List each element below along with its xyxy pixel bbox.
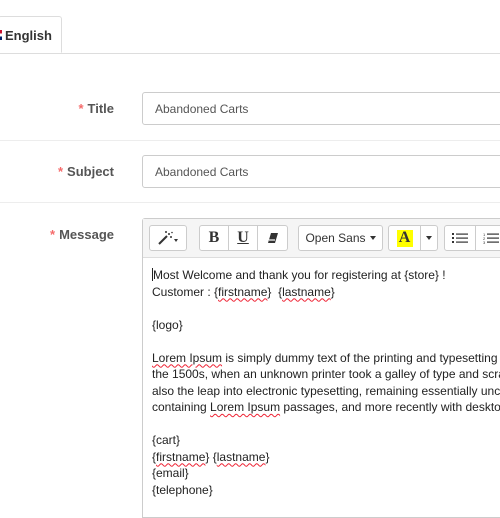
customer-text: } { <box>267 284 283 299</box>
message-editor: B U Open Sans A 1 2 3 Most Welcome and t… <box>142 218 500 518</box>
content-line: containing Lorem Ipsum passages, and mor… <box>152 399 500 416</box>
row-divider <box>0 140 500 141</box>
ordered-list-button[interactable]: 1 2 3 <box>475 225 500 251</box>
title-label-text: Title <box>87 101 115 116</box>
lorem-ipsum-text: Lorem Ipsum <box>210 400 281 414</box>
flag-uk-icon <box>0 30 2 40</box>
row-divider <box>0 202 500 203</box>
chevron-down-icon <box>426 236 432 240</box>
text-color-button[interactable]: A <box>388 225 421 251</box>
editor-toolbar: B U Open Sans A 1 2 3 <box>143 219 500 258</box>
paragraph-text: containing <box>152 400 211 414</box>
subject-label-text: Subject <box>67 164 114 179</box>
message-label: * Message <box>0 227 114 242</box>
svg-text:3: 3 <box>483 240 486 244</box>
magic-wand-icon <box>157 231 179 245</box>
content-line: {logo} <box>152 317 183 332</box>
content-line: also the leap into electronic typesettin… <box>152 383 500 398</box>
subject-input[interactable] <box>142 155 500 188</box>
paragraph-text: passages, and more recently with desktop <box>280 400 500 414</box>
font-family-value: Open Sans <box>305 231 366 245</box>
lastname-token: lastname <box>282 284 331 299</box>
brace-text: } <box>265 449 270 464</box>
style-dropdown-button[interactable] <box>149 225 187 251</box>
underline-glyph: U <box>237 229 249 246</box>
underline-button[interactable]: U <box>228 225 258 251</box>
text-color-icon: A <box>396 229 413 247</box>
required-marker: * <box>78 101 84 116</box>
content-line: Customer : {firstname} {lastname} <box>152 284 500 301</box>
content-line: {firstname} {lastname} <box>152 449 270 464</box>
editor-content[interactable]: Most Welcome and thank you for registeri… <box>152 267 500 498</box>
eraser-icon <box>266 232 280 244</box>
lastname-token: lastname <box>216 449 266 464</box>
bold-glyph: B <box>208 229 220 246</box>
content-line: the 1500s, when an unknown printer took … <box>152 367 500 381</box>
clear-format-button[interactable] <box>257 225 288 251</box>
firstname-token: firstname <box>218 284 268 299</box>
content-line: {telephone} <box>152 482 213 497</box>
content-line: Lorem Ipsum is simply dummy text of the … <box>152 350 500 367</box>
subject-label: * Subject <box>0 164 114 179</box>
paragraph-text: is simply dummy text of the printing and… <box>222 350 498 365</box>
language-tabs: English <box>0 0 500 54</box>
tab-english[interactable]: English <box>0 16 62 53</box>
greeting-text: Most Welcome and thank you for registeri… <box>153 268 446 282</box>
content-line: Most Welcome and thank you for registeri… <box>152 267 500 284</box>
content-line: {cart} <box>152 433 181 447</box>
required-marker: * <box>57 164 64 179</box>
font-family-select[interactable]: Open Sans <box>298 225 383 251</box>
content-line: {email} <box>152 466 189 480</box>
firstname-token: firstname <box>156 449 206 464</box>
customer-text: Customer : { <box>152 284 219 299</box>
title-label: * Title <box>0 101 114 116</box>
tab-english-label: English <box>5 28 52 43</box>
title-input[interactable] <box>142 92 500 125</box>
chevron-down-icon <box>369 236 376 240</box>
message-label-text: Message <box>59 227 114 242</box>
brace-text: } { <box>205 449 217 464</box>
bold-button[interactable]: B <box>199 225 229 251</box>
lorem-ipsum-text: Lorem Ipsum <box>152 350 223 365</box>
ordered-list-icon: 1 2 3 <box>483 232 499 244</box>
customer-text: } <box>330 284 335 299</box>
color-dropdown-button[interactable] <box>420 225 438 251</box>
unordered-list-icon <box>452 232 468 244</box>
required-marker: * <box>50 227 56 242</box>
unordered-list-button[interactable] <box>444 225 476 251</box>
